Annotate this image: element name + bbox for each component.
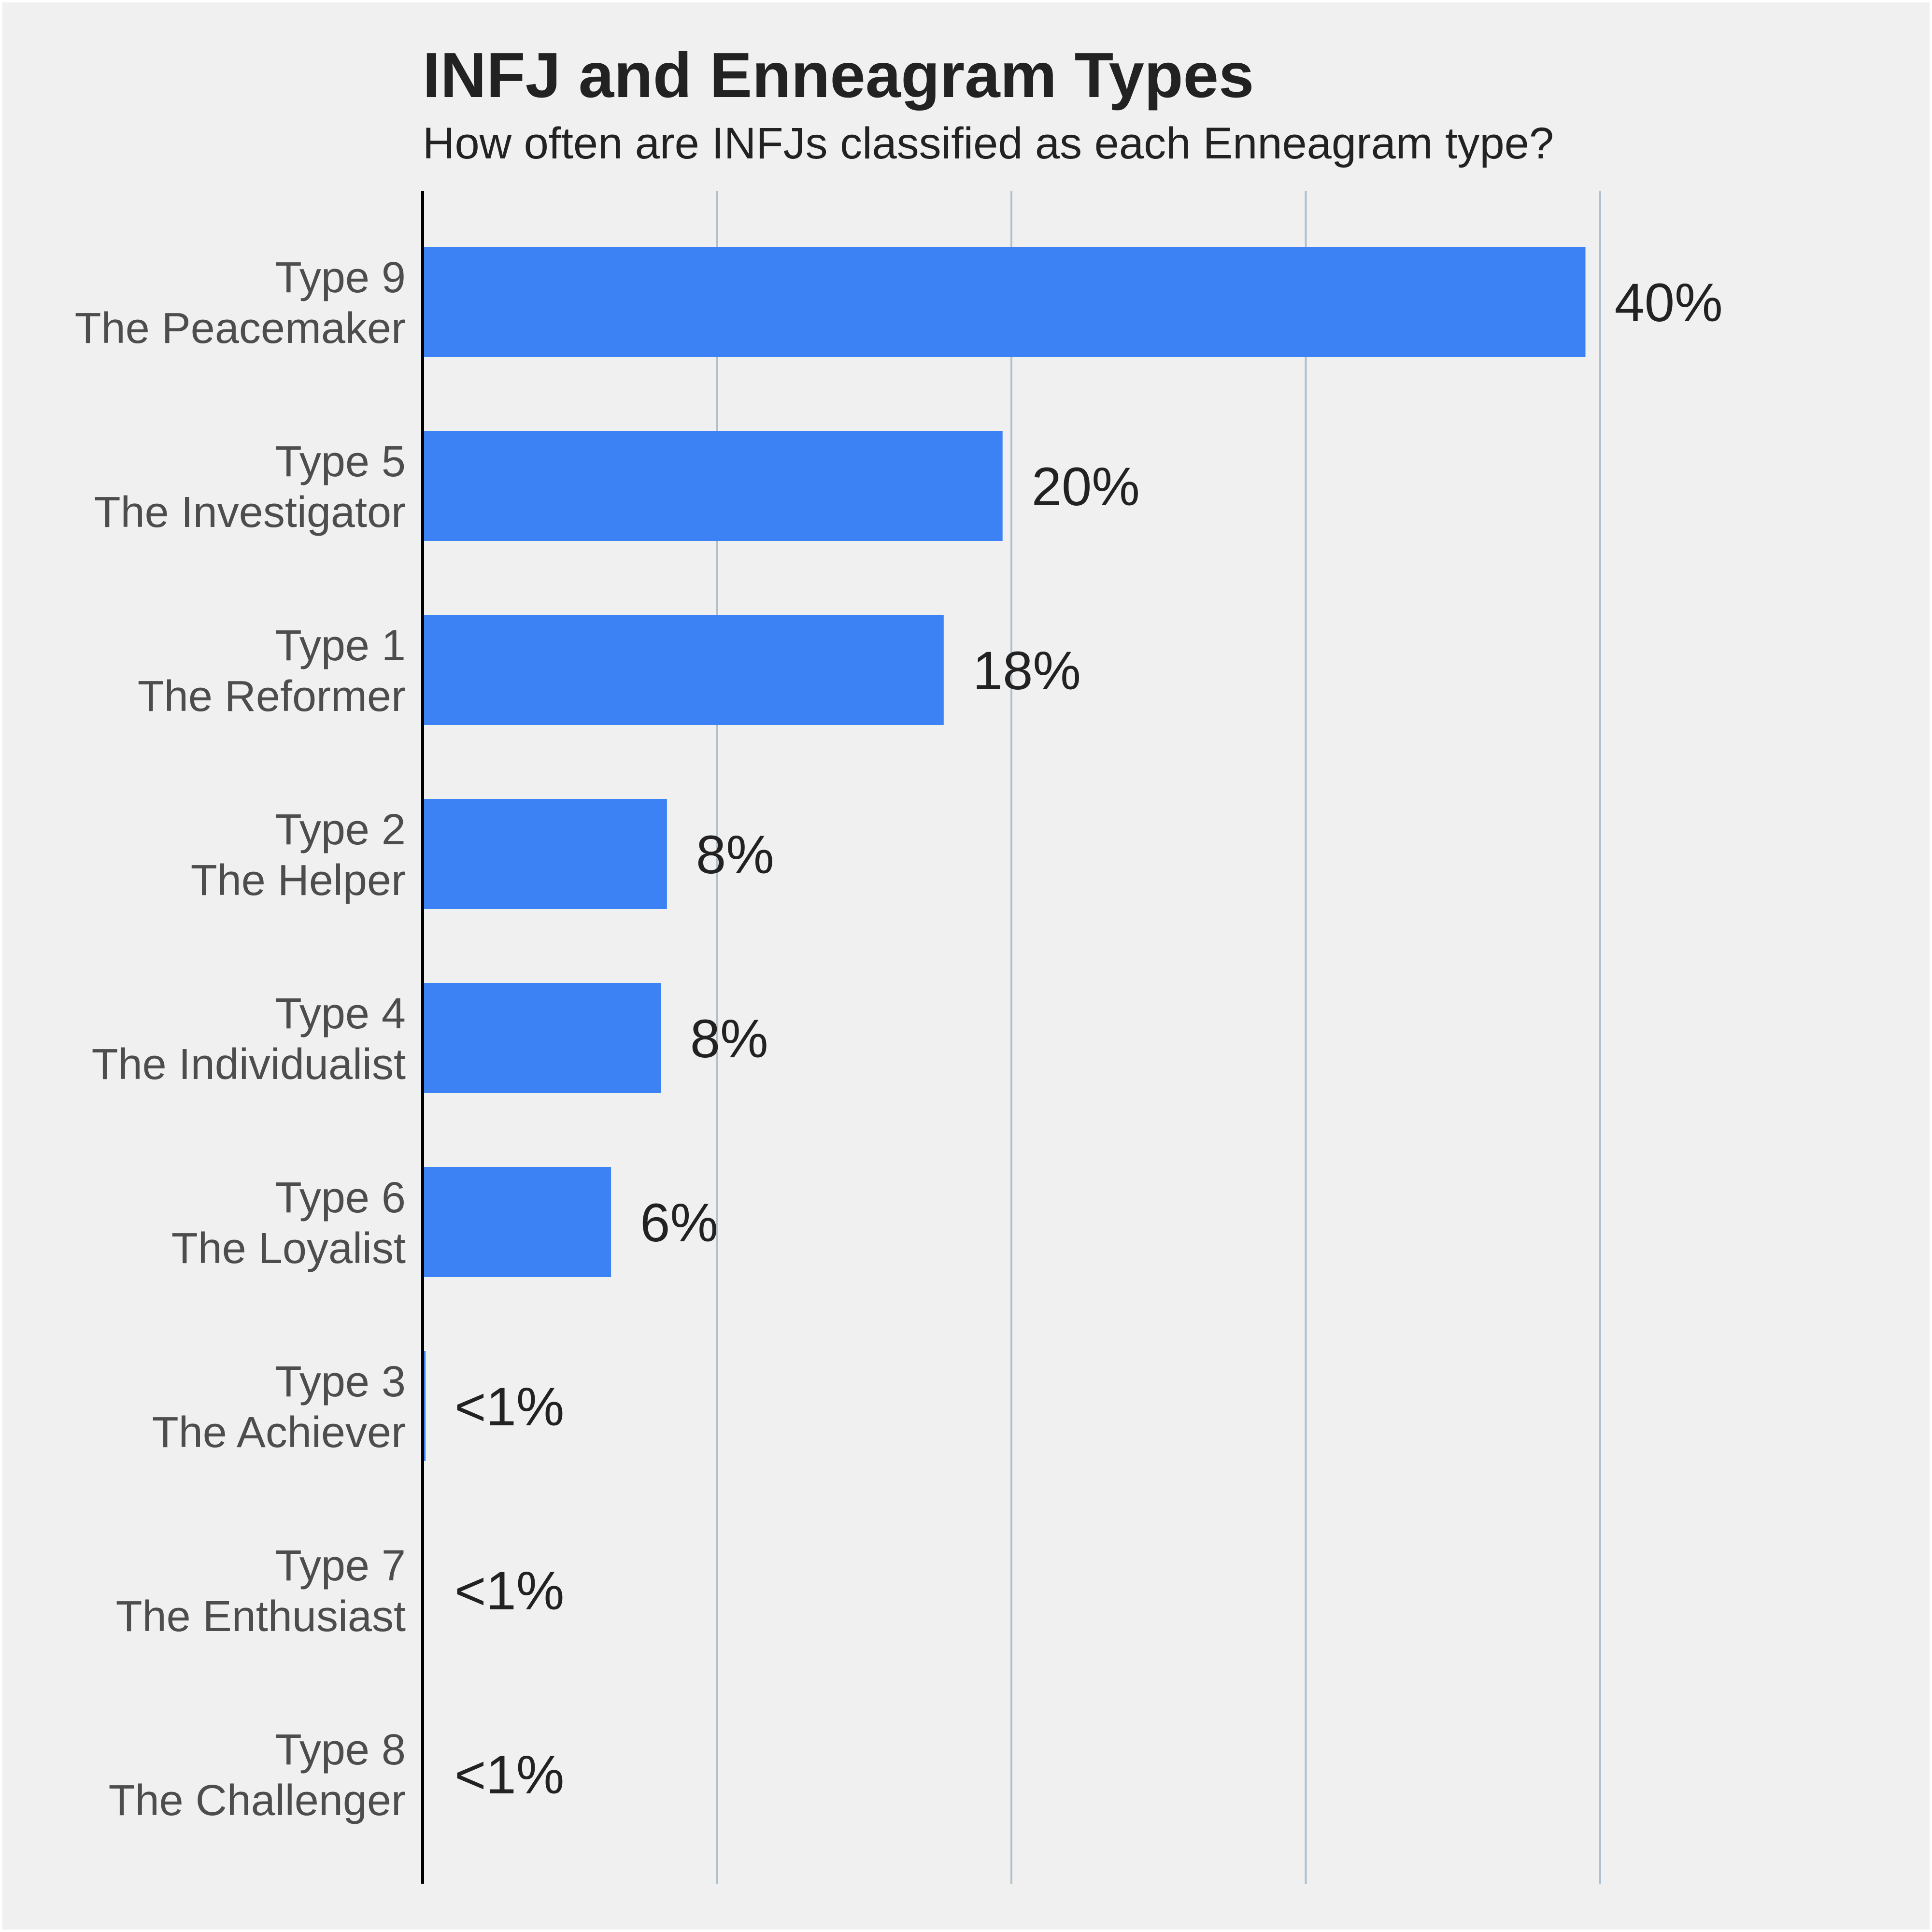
bar [423,247,1586,357]
bar [423,431,1003,541]
value-label: 8% [690,1009,768,1069]
category-label-type: Type 6 [275,1174,406,1222]
category-label-type: Type 4 [275,990,406,1038]
category-label-name: The Loyalist [171,1224,406,1273]
category-label-name: The Reformer [138,672,406,721]
value-label: 20% [1032,456,1140,517]
bar [423,1167,611,1277]
category-label-name: The Individualist [92,1040,406,1089]
bar [423,983,661,1093]
value-label: <1% [455,1377,564,1437]
category-label-type: Type 1 [275,622,406,670]
category-label-type: Type 7 [275,1542,406,1590]
category-label-name: The Helper [191,856,406,905]
value-label: <1% [455,1745,564,1805]
value-label: 6% [640,1193,718,1253]
value-label: 8% [696,824,774,885]
category-label-name: The Challenger [109,1776,406,1825]
category-label-type: Type 3 [275,1358,406,1406]
category-label-name: The Peacemaker [75,304,406,353]
category-label-type: Type 5 [275,438,406,486]
category-label-type: Type 8 [275,1726,406,1774]
bar [423,615,944,725]
value-label: 40% [1615,272,1723,333]
bar-chart: 40% Type 9The Peacemaker 20% Type 5The Inve… [75,191,1723,1884]
value-label: <1% [455,1561,564,1621]
bar [423,799,667,909]
category-label-type: Type 9 [275,254,406,302]
category-label-name: The Enthusiast [116,1592,406,1641]
category-label-name: The Investigator [94,488,406,537]
value-label: 18% [973,640,1081,701]
category-label-name: The Achiever [152,1408,406,1457]
category-label-type: Type 2 [275,806,406,854]
